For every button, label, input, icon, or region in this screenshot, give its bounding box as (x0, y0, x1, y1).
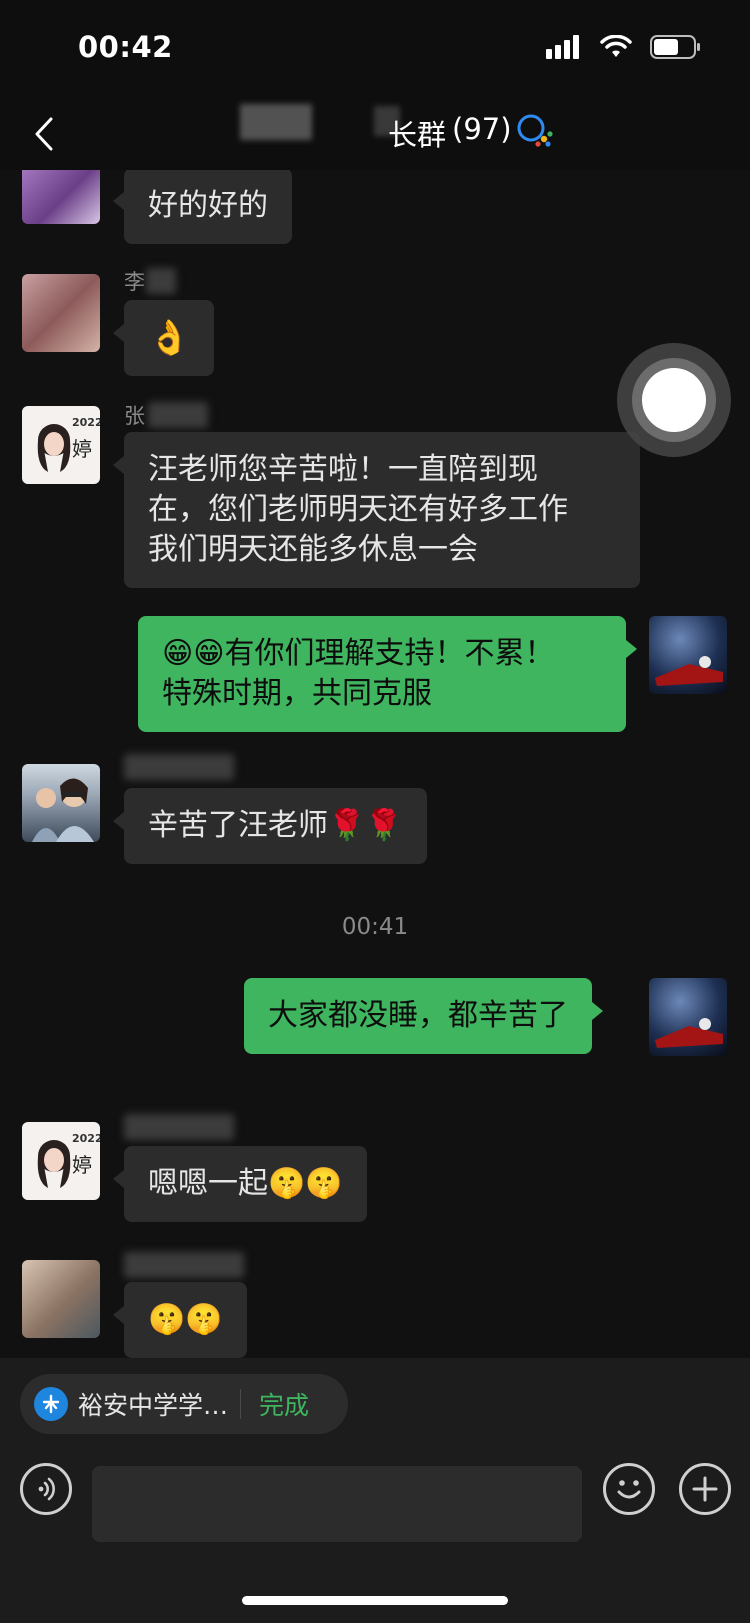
avatar-photo (32, 778, 94, 842)
timestamp: 00:41 (341, 914, 409, 940)
message-line: 😁😁有你们理解支持！不累！ (162, 636, 555, 671)
message-line: 特殊时期，共同克服 (162, 676, 432, 711)
emoji-icon (617, 1480, 641, 1499)
back-button[interactable] (24, 112, 64, 156)
avatar-year: 2022 (72, 1132, 100, 1145)
status-icons (546, 34, 702, 60)
sender-name-redacted (124, 1252, 244, 1278)
message-text: 🤫🤫 (148, 1302, 223, 1337)
message-line: 我们明天还能多休息一会 (148, 532, 478, 567)
divider (240, 1389, 242, 1419)
avatar[interactable] (22, 170, 100, 224)
message-bubble[interactable]: 🤫🤫 (113, 1282, 247, 1358)
message-bubble[interactable]: 辛苦了汪老师🌹🌹 (113, 788, 427, 864)
back-icon (35, 117, 53, 151)
car-image (655, 1018, 723, 1048)
self-avatar[interactable] (649, 616, 727, 694)
status-time: 00:42 (78, 30, 173, 64)
member-count: (97) (452, 112, 512, 146)
avatar[interactable] (22, 1260, 100, 1338)
chat-area[interactable]: 好的好的 李 👌 2022 婷 张 汪老师您辛苦啦！一直陪到现 在，您们老师明天… (0, 170, 750, 1358)
avatar-character: 婷 (72, 1153, 92, 1177)
sender-name-redacted (124, 1114, 234, 1140)
avatar-illustration: 2022 婷 (37, 1132, 100, 1188)
message-bubble-outgoing[interactable]: 😁😁有你们理解支持！不累！ 特殊时期，共同克服 (138, 616, 637, 732)
message-text: 👌 (148, 318, 191, 358)
chat-title: 长群 (388, 118, 447, 152)
message-text: 辛苦了汪老师🌹🌹 (148, 808, 403, 843)
sender-name-redacted (124, 754, 234, 780)
avatar-year: 2022 (72, 416, 100, 429)
message-line: 在，您们老师明天还有好多工作 (148, 492, 568, 527)
corp-wechat-icon (517, 114, 553, 147)
status-bar: 00:42 (0, 0, 750, 100)
avatar[interactable]: 2022 婷 (22, 1122, 100, 1200)
wifi-icon (600, 35, 632, 57)
message-text: 大家都没睡，都辛苦了 (268, 998, 568, 1033)
message-text: 好的好的 (148, 188, 268, 223)
message-bubble-outgoing[interactable]: 大家都没睡，都辛苦了 (244, 978, 603, 1054)
avatar[interactable]: 2022 婷 (22, 406, 100, 484)
message-bubble[interactable]: 嗯嗯一起🤫🤫 (113, 1146, 367, 1222)
message-bubble[interactable]: 汪老师您辛苦啦！一直陪到现 在，您们老师明天还有好多工作 我们明天还能多休息一会 (113, 432, 640, 588)
plus-button[interactable] (679, 1463, 731, 1515)
message-line: 汪老师您辛苦啦！一直陪到现 (148, 452, 538, 487)
sender-name: 李 (124, 270, 145, 294)
message-text: 嗯嗯一起🤫🤫 (148, 1166, 343, 1201)
miniapp-chip[interactable]: 裕安中学学… 完成 (20, 1374, 348, 1434)
done-button[interactable]: 完成 (259, 1386, 309, 1422)
message-input[interactable] (92, 1466, 582, 1542)
sender-name-redacted (146, 268, 176, 294)
sender-name-redacted (148, 402, 208, 428)
avatar[interactable] (22, 764, 100, 842)
miniapp-logo-icon (34, 1387, 68, 1421)
signal-icon (546, 35, 579, 59)
avatar-illustration: 2022 婷 (37, 416, 100, 472)
avatar-character: 婷 (72, 437, 92, 461)
plus-icon (692, 1476, 718, 1502)
emoji-button[interactable] (603, 1463, 655, 1515)
avatar[interactable] (22, 274, 100, 352)
home-indicator[interactable] (242, 1596, 508, 1605)
battery-icon (650, 35, 700, 59)
voice-button[interactable] (20, 1463, 72, 1515)
message-bubble[interactable]: 好的好的 (113, 170, 292, 244)
voice-icon (38, 1477, 55, 1501)
sender-name: 张 (124, 404, 145, 428)
assistive-touch-button[interactable] (617, 343, 731, 457)
car-image (655, 656, 723, 686)
title-redacted (240, 104, 312, 140)
message-bubble[interactable]: 👌 (112, 300, 215, 376)
miniapp-name: 裕安中学学… (78, 1391, 229, 1420)
self-avatar[interactable] (649, 978, 727, 1056)
